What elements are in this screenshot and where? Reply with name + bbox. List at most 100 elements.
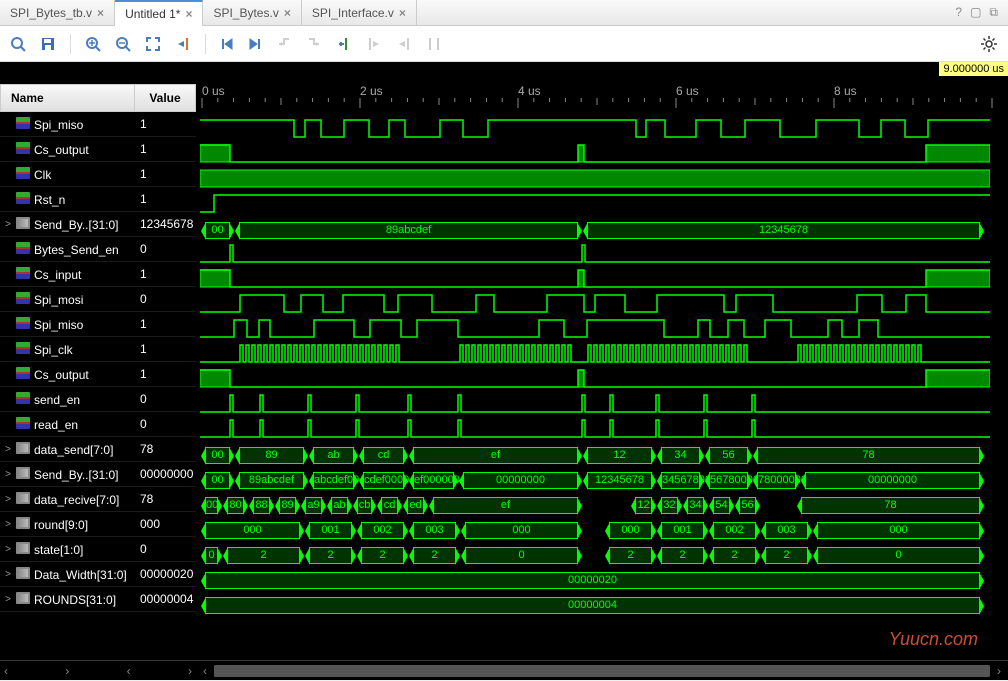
signal-row[interactable]: Spi_miso1 <box>0 312 196 337</box>
scroll-left-icon[interactable]: ‹ <box>196 664 214 678</box>
signal-row[interactable]: >Send_By..[31:0]00000000 <box>0 462 196 487</box>
bus-segment: 34567800 <box>661 472 700 489</box>
waveform-row[interactable] <box>200 268 1008 293</box>
expand-icon[interactable]: > <box>0 544 16 555</box>
bus-segment: 00 <box>205 222 230 239</box>
waveform-row[interactable]: 0089abcdef12345678 <box>200 218 1008 243</box>
cursor-icon[interactable] <box>175 36 191 52</box>
signal-row[interactable]: Cs_output1 <box>0 362 196 387</box>
column-value[interactable]: Value <box>135 85 195 111</box>
next-trans-icon[interactable] <box>306 36 322 52</box>
waveform-row[interactable] <box>200 343 1008 368</box>
waveform-row[interactable]: 00808889a9abcbcdedef123234545678 <box>200 493 1008 518</box>
signal-row[interactable]: send_en0 <box>0 387 196 412</box>
expand-icon[interactable]: > <box>0 519 16 530</box>
bus-value: cd <box>364 449 403 461</box>
expand-icon[interactable]: > <box>0 444 16 455</box>
expand-icon[interactable]: > <box>0 494 16 505</box>
tab[interactable]: SPI_Bytes.v × <box>203 0 301 26</box>
waveform-row[interactable] <box>200 143 1008 168</box>
bus-segment: ab <box>313 447 354 464</box>
bus-segment: 56 <box>709 447 748 464</box>
expand-icon[interactable]: > <box>0 469 16 480</box>
signal-name: Bytes_Send_en <box>34 243 119 257</box>
add-marker-icon[interactable] <box>336 36 352 52</box>
waveform-row[interactable]: 0089abcdef12345678 <box>200 443 1008 468</box>
waveform-row[interactable]: 00000020 <box>200 568 1008 593</box>
waveform-row[interactable] <box>200 368 1008 393</box>
next-marker-icon[interactable] <box>396 36 412 52</box>
scroll-right-icon[interactable]: › <box>990 664 1008 678</box>
waveform-row[interactable] <box>200 418 1008 443</box>
signal-row[interactable]: >Data_Width[31:0]00000020 <box>0 562 196 587</box>
waveform-row[interactable]: 0089abcdefabcdef00cdef0000ef000000000000… <box>200 468 1008 493</box>
prev-trans-icon[interactable] <box>276 36 292 52</box>
signal-row[interactable]: Cs_input1 <box>0 262 196 287</box>
signal-row[interactable]: >data_send[7:0]78 <box>0 437 196 462</box>
bus-value: 12 <box>588 449 651 461</box>
expand-icon[interactable]: > <box>0 594 16 605</box>
signal-row[interactable]: Spi_mosi0 <box>0 287 196 312</box>
settings-icon[interactable] <box>980 35 998 53</box>
waveform-row[interactable]: 02222022220 <box>200 543 1008 568</box>
maximize-icon[interactable]: ▢ <box>970 5 981 20</box>
bus-segment: 2 <box>413 547 456 564</box>
signal-value: 0 <box>134 242 196 256</box>
waveform-row[interactable] <box>200 118 1008 143</box>
signal-name: Send_By..[31:0] <box>34 468 119 482</box>
expand-icon[interactable]: > <box>0 219 16 230</box>
close-icon[interactable]: × <box>97 6 104 20</box>
waveform-row[interactable] <box>200 168 1008 193</box>
restore-icon[interactable]: ⧉ <box>989 5 998 20</box>
waveform-row[interactable]: 00000004 <box>200 593 1008 618</box>
prev-marker-icon[interactable] <box>366 36 382 52</box>
waveform-row[interactable]: 000001002003000000001002003000 <box>200 518 1008 543</box>
expand-icon[interactable]: > <box>0 569 16 580</box>
swap-marker-icon[interactable] <box>426 36 442 52</box>
time-ruler[interactable]: 0 us2 us4 us6 us8 us <box>196 84 1008 112</box>
horizontal-scrollbar[interactable]: ‹ › <box>196 660 1008 680</box>
signal-row[interactable]: Spi_miso1 <box>0 112 196 137</box>
ruler-tick: 0 us <box>202 84 225 98</box>
last-icon[interactable] <box>248 37 262 51</box>
waveform-row[interactable] <box>200 393 1008 418</box>
signal-row[interactable]: Cs_output1 <box>0 137 196 162</box>
signal-row[interactable]: >ROUNDS[31:0]00000004 <box>0 587 196 612</box>
column-name[interactable]: Name <box>1 85 135 111</box>
close-icon[interactable]: × <box>185 7 192 21</box>
first-icon[interactable] <box>220 37 234 51</box>
signal-name: Spi_miso <box>34 118 83 132</box>
waveform-row[interactable] <box>200 293 1008 318</box>
zoom-out-icon[interactable] <box>115 36 131 52</box>
bus-segment: ab <box>331 497 348 514</box>
close-icon[interactable]: × <box>284 6 291 20</box>
signal-row[interactable]: >data_recive[7:0]78 <box>0 487 196 512</box>
bus-segment: 89 <box>279 497 296 514</box>
tab[interactable]: SPI_Bytes_tb.v× <box>0 0 115 26</box>
waveform-row[interactable] <box>200 193 1008 218</box>
save-icon[interactable] <box>40 36 56 52</box>
signal-row[interactable]: Spi_clk1 <box>0 337 196 362</box>
search-icon[interactable] <box>10 36 26 52</box>
signal-row[interactable]: Rst_n1 <box>0 187 196 212</box>
waveform-row[interactable] <box>200 318 1008 343</box>
signal-row[interactable]: read_en0 <box>0 412 196 437</box>
tab[interactable]: SPI_Interface.v× <box>302 0 417 26</box>
signal-row[interactable]: >state[1:0]0 <box>0 537 196 562</box>
signal-value: 1 <box>134 192 196 206</box>
signal-row[interactable]: >round[9:0]000 <box>0 512 196 537</box>
close-icon[interactable]: × <box>399 6 406 20</box>
waveform-row[interactable] <box>200 243 1008 268</box>
signal-row[interactable]: >Send_By..[31:0]12345678 <box>0 212 196 237</box>
help-icon[interactable]: ? <box>955 5 962 20</box>
panel-scrollbar[interactable]: ‹›‹› <box>0 660 196 680</box>
fit-icon[interactable] <box>145 36 161 52</box>
signal-row[interactable]: Bytes_Send_en 0 <box>0 237 196 262</box>
tab[interactable]: Untitled 1*× <box>115 0 203 26</box>
waveform-area[interactable]: 0089abcdef123456780089abcdef123456780089… <box>200 118 1008 660</box>
scroll-thumb[interactable] <box>214 665 990 677</box>
signal-row[interactable]: Clk1 <box>0 162 196 187</box>
waveform-panel[interactable]: 9.000000 us 0 us2 us4 us6 us8 us 0089abc… <box>196 62 1008 680</box>
zoom-in-icon[interactable] <box>85 36 101 52</box>
tab-label: SPI_Bytes.v <box>213 6 278 20</box>
